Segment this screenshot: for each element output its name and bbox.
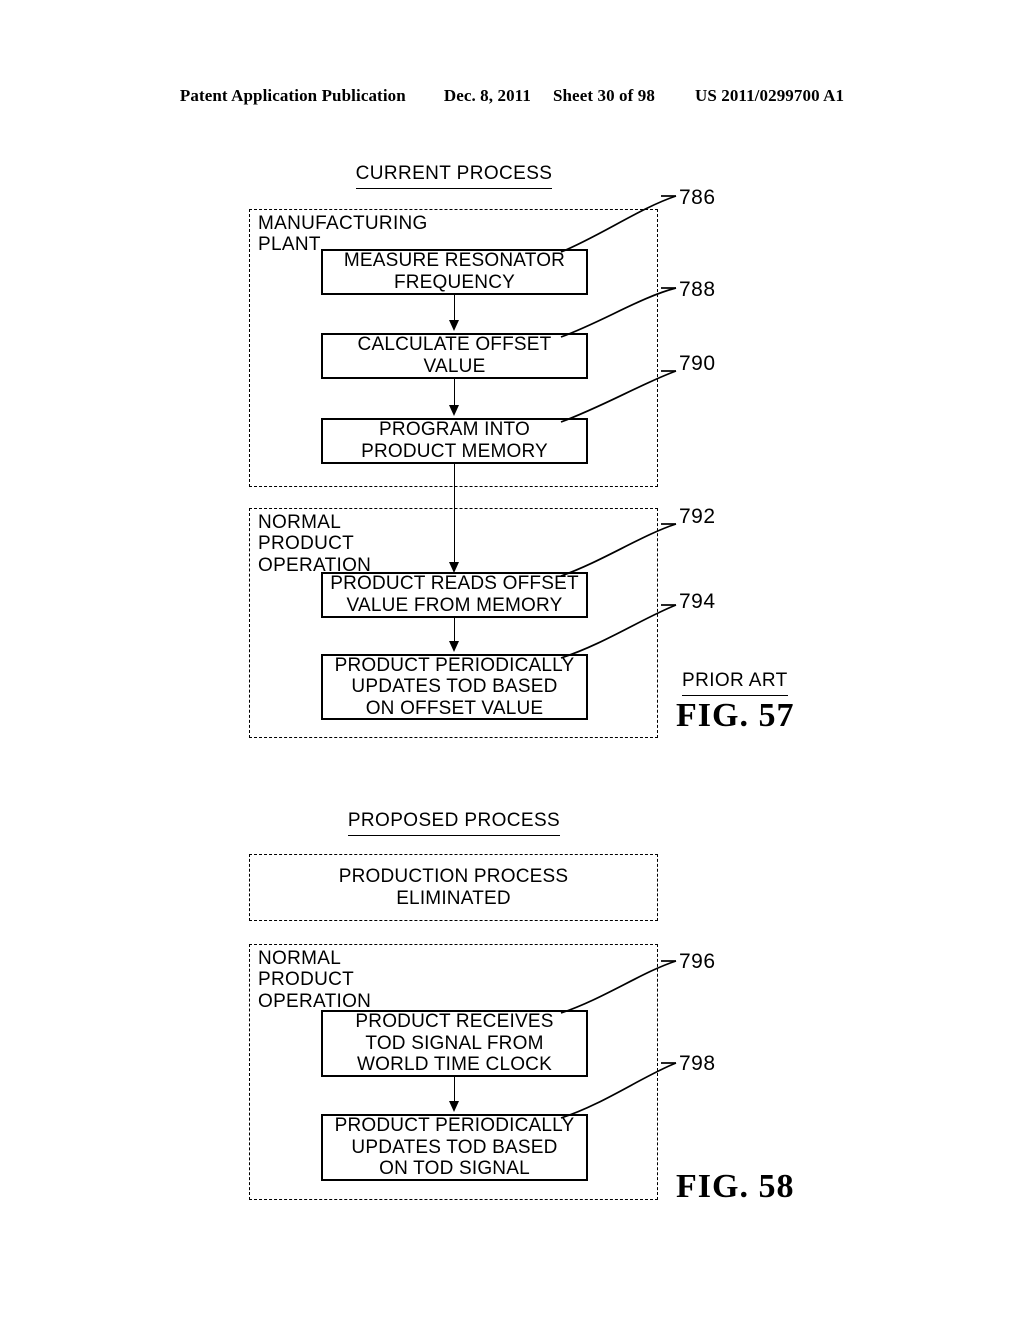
connector-line	[454, 1077, 455, 1103]
reference-numeral-792: 792	[679, 505, 716, 528]
arrowhead-icon	[449, 641, 459, 652]
figure-58-title: PROPOSED PROCESS	[249, 810, 659, 836]
arrowhead-icon	[449, 320, 459, 331]
arrowhead-icon	[449, 1101, 459, 1112]
header-patent-number: US 2011/0299700 A1	[694, 86, 845, 105]
region-label-normal-product-operation: NORMAL PRODUCT OPERATION	[258, 512, 372, 576]
reference-numeral-786: 786	[679, 186, 716, 209]
reference-numeral-790: 790	[679, 352, 716, 375]
header-sheet-number: Sheet 30 of 98	[552, 86, 655, 105]
process-box-calculate-offset-value[interactable]: CALCULATE OFFSET VALUE	[321, 333, 588, 379]
process-box-product-periodically-updates-tod-signal[interactable]: PRODUCT PERIODICALLY UPDATES TOD BASED O…	[321, 1114, 588, 1181]
figure-57-caption: FIG. 57	[676, 697, 795, 734]
connector-line	[454, 618, 455, 643]
prior-art-label: PRIOR ART	[682, 670, 788, 696]
reference-numeral-794: 794	[679, 590, 716, 613]
reference-numeral-796: 796	[679, 950, 716, 973]
connector-line	[454, 295, 455, 322]
page-header: Patent Application Publication Dec. 8, 2…	[0, 86, 1024, 106]
production-process-eliminated-text: PRODUCTION PROCESS ELIMINATED	[252, 857, 655, 918]
process-box-product-periodically-updates-tod-offset[interactable]: PRODUCT PERIODICALLY UPDATES TOD BASED O…	[321, 654, 588, 720]
reference-numeral-798: 798	[679, 1052, 716, 1075]
reference-numeral-788: 788	[679, 278, 716, 301]
header-date: Dec. 8, 2011	[443, 86, 531, 105]
region-label-normal-product-operation: NORMAL PRODUCT OPERATION	[258, 948, 372, 1012]
process-box-measure-resonator-frequency[interactable]: MEASURE RESONATOR FREQUENCY	[321, 249, 588, 295]
process-box-program-into-product-memory[interactable]: PROGRAM INTO PRODUCT MEMORY	[321, 418, 588, 464]
process-box-product-receives-tod-signal[interactable]: PRODUCT RECEIVES TOD SIGNAL FROM WORLD T…	[321, 1010, 588, 1077]
figure-57-title: CURRENT PROCESS	[249, 163, 659, 189]
arrowhead-icon	[449, 405, 459, 416]
header-publication: Patent Application Publication	[179, 86, 406, 105]
connector-line	[454, 379, 455, 407]
process-box-product-reads-offset-value[interactable]: PRODUCT READS OFFSET VALUE FROM MEMORY	[321, 572, 588, 618]
figure-58-caption: FIG. 58	[676, 1168, 795, 1205]
